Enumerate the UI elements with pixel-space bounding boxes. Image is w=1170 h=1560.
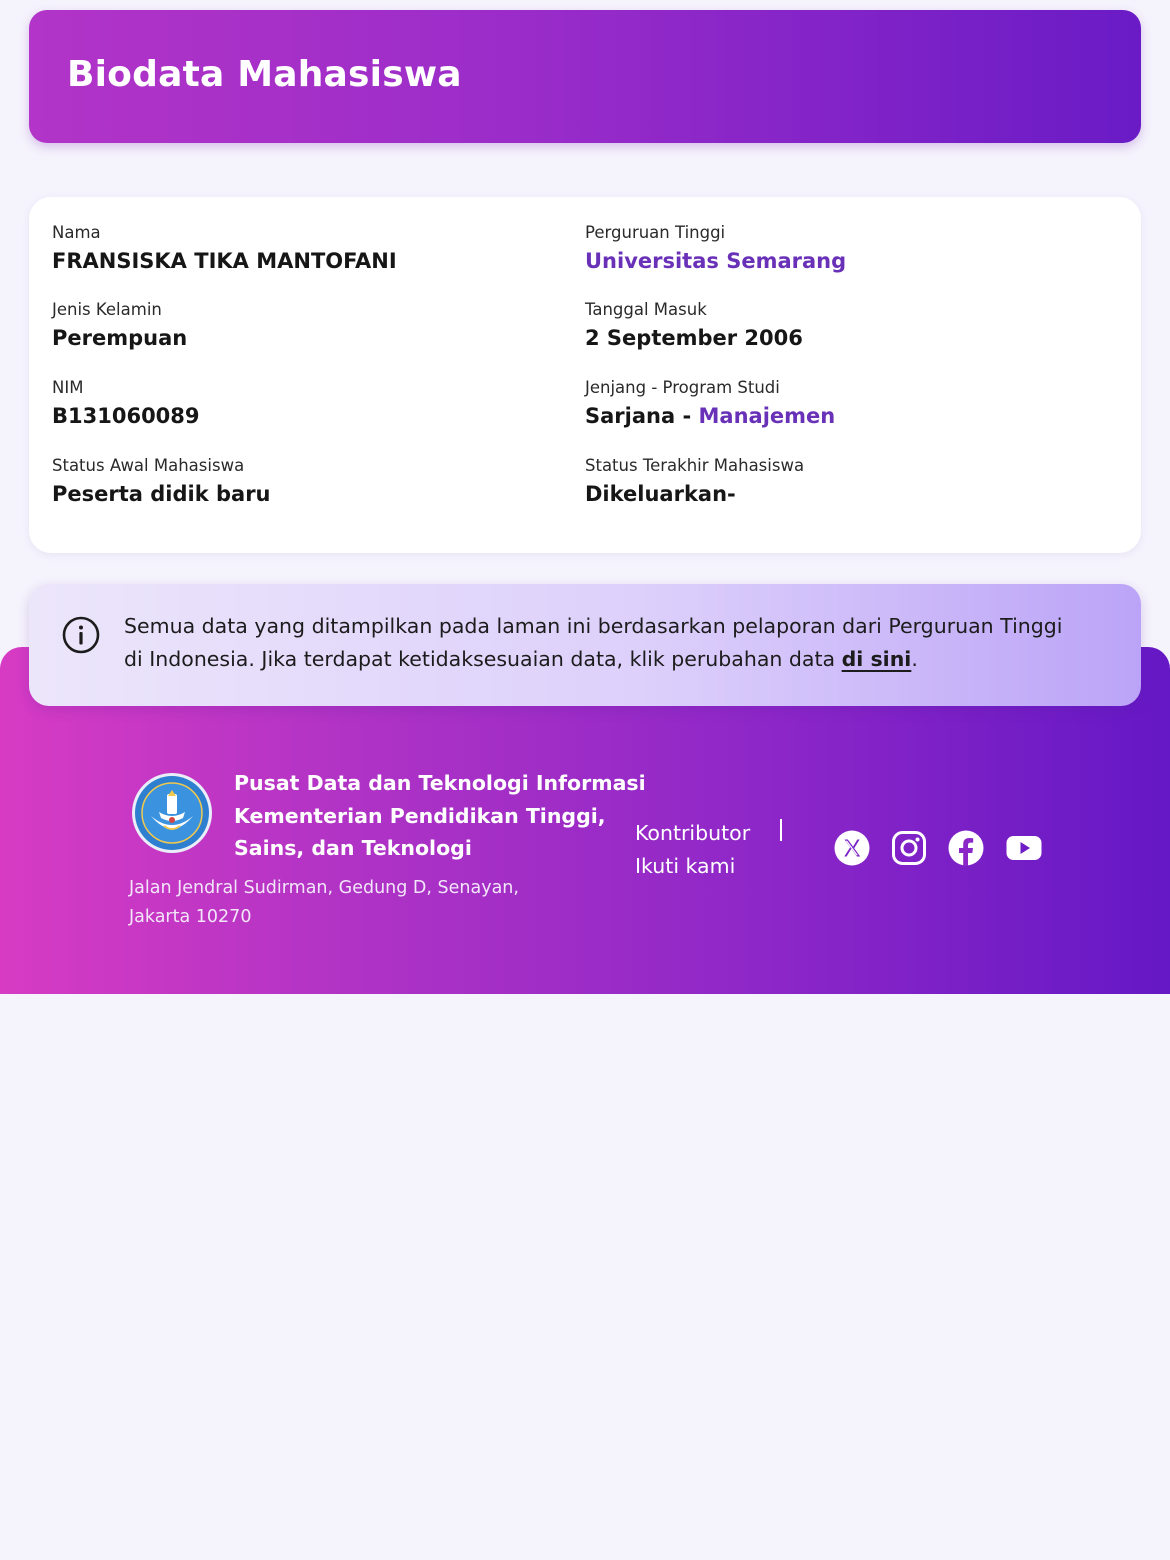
facebook-icon[interactable] (948, 830, 984, 866)
prodi-link[interactable]: Manajemen (699, 404, 836, 428)
field-label: Jenjang - Program Studi (585, 378, 780, 397)
perguruan-tinggi-link[interactable]: Universitas Semarang (585, 249, 846, 273)
kemdikbud-logo-icon (132, 773, 212, 853)
page-header: Biodata Mahasiswa (29, 10, 1141, 143)
org-name-line: Sains, dan Teknologi (234, 836, 472, 860)
notice-message: Semua data yang ditampilkan pada laman i… (124, 614, 1063, 671)
field-value: Peserta didik baru (52, 482, 271, 506)
x-icon[interactable] (834, 830, 870, 866)
biodata-card: Nama FRANSISKA TIKA MANTOFANI Perguruan … (29, 197, 1141, 553)
notice-text: Semua data yang ditampilkan pada laman i… (124, 610, 1084, 676)
change-data-link[interactable]: di sini (842, 647, 912, 671)
page-title: Biodata Mahasiswa (67, 54, 462, 95)
footer-links: Kontributor Ikuti kami (635, 817, 750, 882)
field-label: NIM (52, 378, 84, 397)
notice-suffix: . (911, 647, 918, 671)
field-value: B131060089 (52, 404, 200, 428)
field-value: 2 September 2006 (585, 326, 803, 350)
field-status-awal: Status Awal Mahasiswa Peserta didik baru (52, 456, 271, 506)
field-nim: NIM B131060089 (52, 378, 200, 428)
field-value: Sarjana - Manajemen (585, 404, 835, 428)
footer-divider (780, 819, 782, 841)
org-address: Jalan Jendral Sudirman, Gedung D, Senaya… (129, 874, 609, 932)
field-label: Jenis Kelamin (52, 300, 162, 319)
address-line: Jakarta 10270 (129, 907, 252, 927)
info-icon (62, 616, 100, 654)
jenjang-separator: - (675, 404, 699, 428)
field-tanggal-masuk: Tanggal Masuk 2 September 2006 (585, 300, 803, 350)
instagram-icon[interactable] (891, 830, 927, 866)
field-label: Nama (52, 223, 101, 242)
youtube-icon[interactable] (1006, 830, 1042, 866)
field-value: FRANSISKA TIKA MANTOFANI (52, 249, 397, 273)
field-jenjang-prodi: Jenjang - Program Studi Sarjana - Manaje… (585, 378, 835, 428)
field-value: Dikeluarkan- (585, 482, 736, 506)
org-name-line: Kementerian Pendidikan Tinggi, (234, 803, 606, 828)
field-perguruan-tinggi: Perguruan Tinggi Universitas Semarang (585, 223, 846, 273)
org-name: Pusat Data dan Teknologi Informasi Kemen… (234, 767, 646, 865)
field-label: Status Terakhir Mahasiswa (585, 456, 805, 475)
field-label: Tanggal Masuk (585, 300, 707, 319)
info-notice: Semua data yang ditampilkan pada laman i… (29, 584, 1141, 706)
org-name-line: Pusat Data dan Teknologi Informasi (234, 771, 646, 795)
kontributor-link[interactable]: Kontributor (635, 817, 750, 850)
field-nama: Nama FRANSISKA TIKA MANTOFANI (52, 223, 397, 273)
follow-us-label: Ikuti kami (635, 853, 736, 878)
field-jenis-kelamin: Jenis Kelamin Perempuan (52, 300, 187, 350)
field-value: Perempuan (52, 326, 188, 350)
jenjang-value: Sarjana (585, 404, 676, 428)
address-line: Jalan Jendral Sudirman, Gedung D, Senaya… (129, 878, 519, 898)
field-label: Status Awal Mahasiswa (52, 456, 245, 475)
field-status-terakhir: Status Terakhir Mahasiswa Dikeluarkan- (585, 456, 804, 506)
field-label: Perguruan Tinggi (585, 223, 726, 242)
